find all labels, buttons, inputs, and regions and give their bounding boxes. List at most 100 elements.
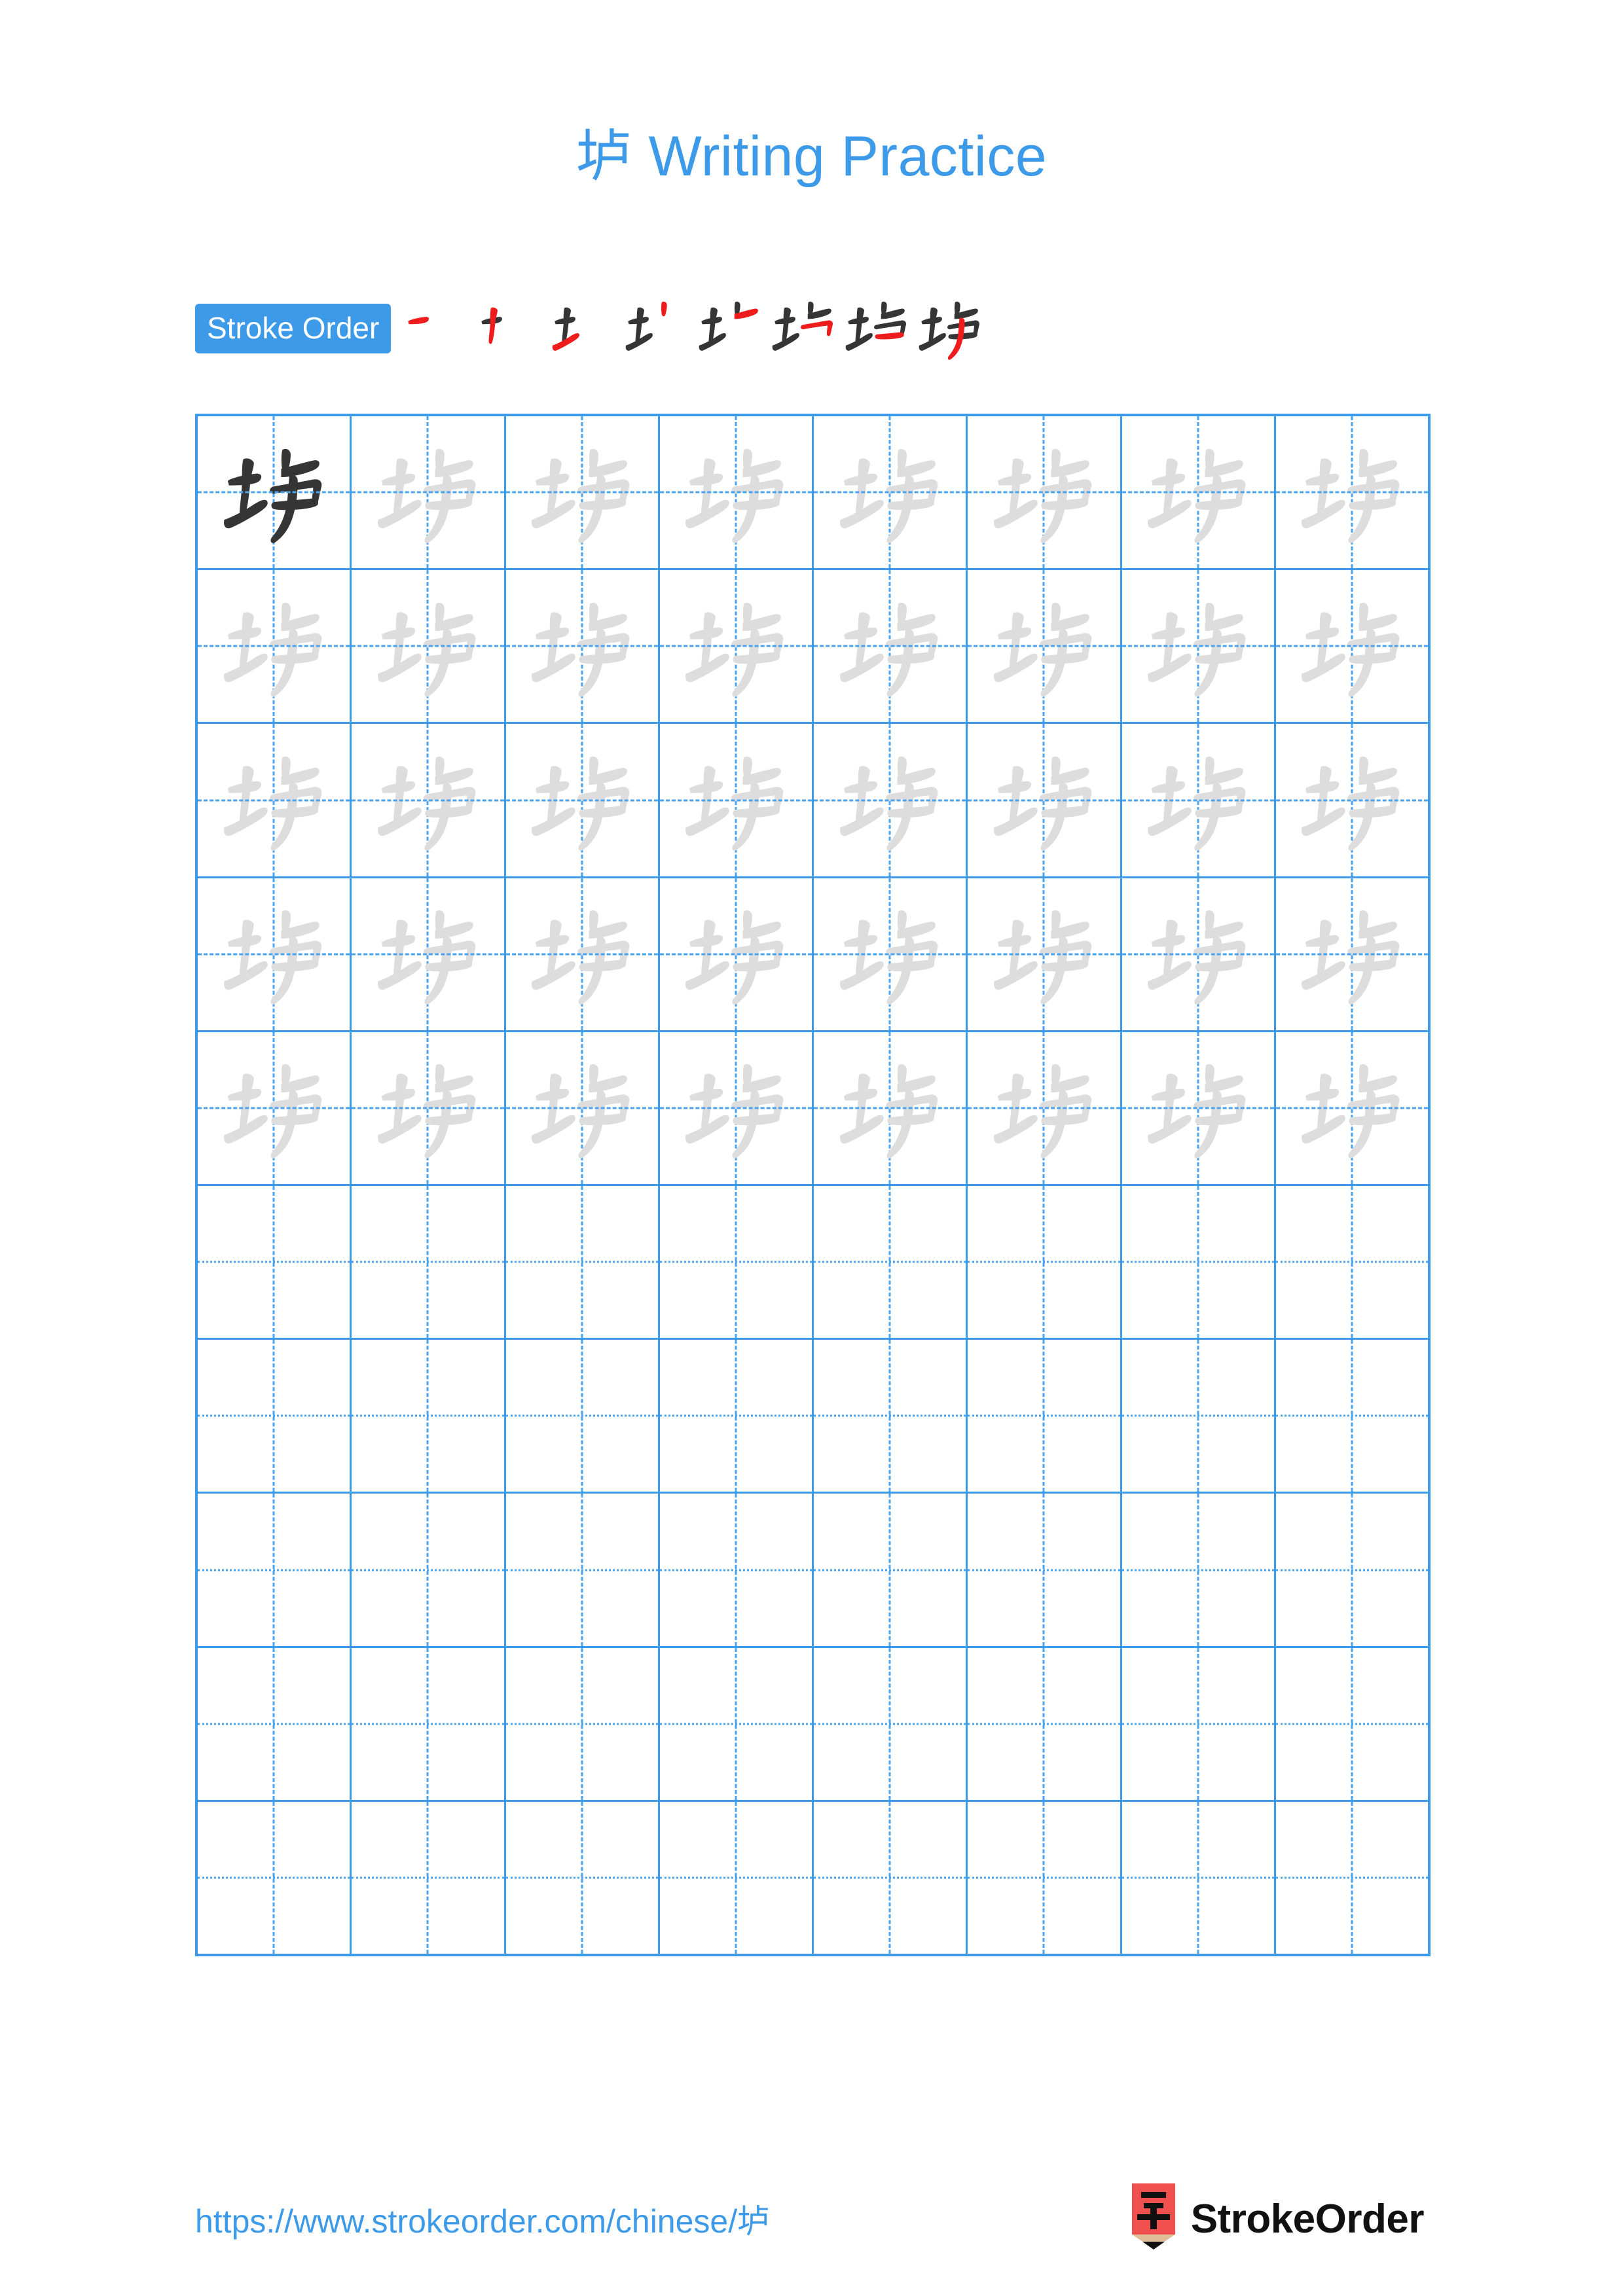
practice-cell-r3-c8[interactable] bbox=[1276, 724, 1428, 876]
trace-character bbox=[198, 1032, 350, 1184]
trace-character bbox=[1122, 1032, 1274, 1184]
practice-cell-r1-c8[interactable] bbox=[1276, 416, 1428, 568]
practice-cell-r7-c2[interactable] bbox=[352, 1340, 506, 1492]
practice-cell-r9-c7[interactable] bbox=[1122, 1647, 1276, 1800]
practice-cell-r5-c1[interactable] bbox=[198, 1031, 352, 1185]
practice-cell-r5-c4[interactable] bbox=[660, 1031, 814, 1185]
practice-cell-r3-c5[interactable] bbox=[814, 724, 968, 876]
trace-character bbox=[352, 1032, 503, 1184]
practice-grid-row bbox=[198, 878, 1428, 1032]
practice-cell-r3-c2[interactable] bbox=[352, 724, 506, 876]
trace-character bbox=[1276, 416, 1428, 568]
practice-cell-r9-c4[interactable] bbox=[660, 1647, 814, 1800]
practice-cell-r1-c6[interactable] bbox=[968, 416, 1122, 569]
practice-cell-r2-c3[interactable] bbox=[506, 570, 660, 723]
practice-cell-r3-c6[interactable] bbox=[968, 724, 1122, 876]
practice-cell-r8-c8[interactable] bbox=[1276, 1494, 1428, 1645]
practice-grid-row bbox=[198, 1031, 1428, 1187]
practice-cell-r9-c8[interactable] bbox=[1276, 1648, 1428, 1800]
practice-grid-row bbox=[198, 1801, 1428, 1954]
practice-cell-r2-c7[interactable] bbox=[1122, 570, 1276, 723]
practice-cell-r4-c7[interactable] bbox=[1122, 878, 1276, 1030]
practice-grid-row bbox=[198, 1340, 1428, 1494]
practice-cell-r4-c3[interactable] bbox=[506, 878, 660, 1030]
practice-cell-r2-c2[interactable] bbox=[352, 570, 506, 723]
practice-cell-r10-c2[interactable] bbox=[352, 1801, 506, 1954]
practice-cell-r9-c6[interactable] bbox=[968, 1647, 1122, 1800]
practice-cell-r7-c3[interactable] bbox=[506, 1340, 660, 1492]
practice-cell-r7-c7[interactable] bbox=[1122, 1340, 1276, 1492]
practice-cell-r1-c4[interactable] bbox=[660, 416, 814, 569]
practice-cell-r10-c4[interactable] bbox=[660, 1801, 814, 1954]
stroke-order-step-1 bbox=[400, 292, 473, 365]
practice-cell-r2-c6[interactable] bbox=[968, 570, 1122, 723]
practice-cell-r9-c2[interactable] bbox=[352, 1647, 506, 1800]
trace-character bbox=[1276, 878, 1428, 1030]
practice-cell-r6-c2[interactable] bbox=[352, 1186, 506, 1338]
footer-url-link[interactable]: https://www.strokeorder.com/chinese/垆 bbox=[195, 2195, 770, 2242]
practice-cell-r1-c5[interactable] bbox=[814, 416, 968, 569]
practice-cell-r9-c1[interactable] bbox=[198, 1647, 352, 1800]
practice-cell-r8-c1[interactable] bbox=[198, 1494, 352, 1646]
practice-cell-r10-c8[interactable] bbox=[1276, 1802, 1428, 1954]
practice-cell-r8-c5[interactable] bbox=[814, 1494, 968, 1646]
practice-grid-row bbox=[198, 416, 1428, 571]
practice-cell-r1-c2[interactable] bbox=[352, 416, 506, 569]
practice-cell-r8-c7[interactable] bbox=[1122, 1494, 1276, 1646]
practice-cell-r5-c8[interactable] bbox=[1276, 1032, 1428, 1184]
stroke-order-step-8 bbox=[913, 292, 987, 365]
practice-cell-r5-c6[interactable] bbox=[968, 1031, 1122, 1185]
practice-cell-r4-c6[interactable] bbox=[968, 878, 1122, 1030]
practice-cell-r4-c4[interactable] bbox=[660, 878, 814, 1030]
trace-character bbox=[198, 878, 350, 1030]
practice-cell-r6-c5[interactable] bbox=[814, 1186, 968, 1338]
practice-cell-r6-c4[interactable] bbox=[660, 1186, 814, 1338]
practice-cell-r4-c5[interactable] bbox=[814, 878, 968, 1030]
practice-cell-r3-c1[interactable] bbox=[198, 724, 352, 876]
practice-cell-r7-c1[interactable] bbox=[198, 1340, 352, 1492]
practice-cell-r10-c3[interactable] bbox=[506, 1801, 660, 1954]
stroke-order-step-3 bbox=[547, 292, 620, 365]
stroke-order-step-2 bbox=[473, 292, 547, 365]
practice-cell-r4-c2[interactable] bbox=[352, 878, 506, 1030]
practice-cell-r2-c1[interactable] bbox=[198, 570, 352, 723]
practice-cell-r6-c1[interactable] bbox=[198, 1186, 352, 1338]
practice-cell-r7-c4[interactable] bbox=[660, 1340, 814, 1492]
practice-cell-r8-c4[interactable] bbox=[660, 1494, 814, 1646]
practice-cell-r6-c3[interactable] bbox=[506, 1186, 660, 1338]
practice-grid-row bbox=[198, 1647, 1428, 1802]
practice-cell-r3-c7[interactable] bbox=[1122, 724, 1276, 876]
practice-cell-r6-c6[interactable] bbox=[968, 1186, 1122, 1338]
practice-cell-r2-c4[interactable] bbox=[660, 570, 814, 723]
practice-cell-r8-c3[interactable] bbox=[506, 1494, 660, 1646]
practice-cell-r9-c3[interactable] bbox=[506, 1647, 660, 1800]
practice-cell-r5-c7[interactable] bbox=[1122, 1031, 1276, 1185]
practice-cell-r10-c7[interactable] bbox=[1122, 1801, 1276, 1954]
practice-cell-r4-c1[interactable] bbox=[198, 878, 352, 1030]
practice-cell-r2-c8[interactable] bbox=[1276, 570, 1428, 722]
practice-cell-r8-c6[interactable] bbox=[968, 1494, 1122, 1646]
practice-cell-r5-c2[interactable] bbox=[352, 1031, 506, 1185]
practice-cell-r7-c5[interactable] bbox=[814, 1340, 968, 1492]
practice-cell-r6-c8[interactable] bbox=[1276, 1186, 1428, 1338]
trace-character bbox=[968, 878, 1120, 1030]
practice-cell-r9-c5[interactable] bbox=[814, 1647, 968, 1800]
practice-cell-r3-c4[interactable] bbox=[660, 724, 814, 876]
practice-cell-r1-c7[interactable] bbox=[1122, 416, 1276, 569]
trace-character bbox=[198, 570, 350, 722]
practice-cell-r6-c7[interactable] bbox=[1122, 1186, 1276, 1338]
practice-cell-r10-c6[interactable] bbox=[968, 1801, 1122, 1954]
practice-cell-r1-c1[interactable] bbox=[198, 416, 352, 569]
practice-cell-r8-c2[interactable] bbox=[352, 1494, 506, 1646]
practice-cell-r2-c5[interactable] bbox=[814, 570, 968, 723]
practice-cell-r1-c3[interactable] bbox=[506, 416, 660, 569]
practice-cell-r10-c5[interactable] bbox=[814, 1801, 968, 1954]
practice-cell-r7-c8[interactable] bbox=[1276, 1340, 1428, 1492]
practice-cell-r5-c3[interactable] bbox=[506, 1031, 660, 1185]
practice-cell-r10-c1[interactable] bbox=[198, 1801, 352, 1954]
page-title-character: 垆 bbox=[575, 124, 633, 189]
practice-cell-r4-c8[interactable] bbox=[1276, 878, 1428, 1030]
practice-cell-r3-c3[interactable] bbox=[506, 724, 660, 876]
practice-cell-r5-c5[interactable] bbox=[814, 1031, 968, 1185]
practice-cell-r7-c6[interactable] bbox=[968, 1340, 1122, 1492]
